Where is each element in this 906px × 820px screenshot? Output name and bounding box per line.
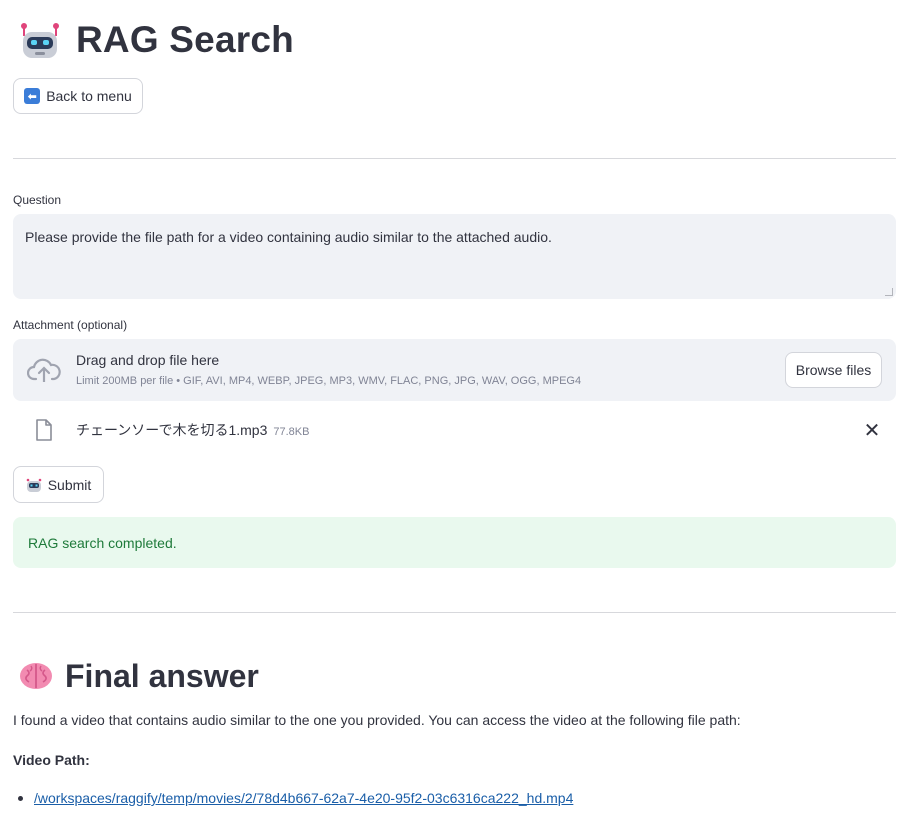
attachment-label: Attachment (optional) xyxy=(13,318,128,332)
question-label: Question xyxy=(13,193,62,207)
file-dropzone[interactable]: Drag and drop file here Limit 200MB per … xyxy=(13,339,896,401)
list-bullet xyxy=(18,796,23,801)
page-title: RAG Search xyxy=(76,19,294,60)
answer-text: I found a video that contains audio simi… xyxy=(13,712,741,728)
robot-icon xyxy=(21,23,59,58)
robot-icon xyxy=(26,478,42,492)
submit-label: Submit xyxy=(47,476,92,493)
answer-title: Final answer xyxy=(65,657,259,694)
file-name: チェーンソーで木を切る1.mp3 77.8KB xyxy=(76,420,309,440)
file-icon xyxy=(36,419,52,441)
back-button-label: Back to menu xyxy=(46,88,132,104)
divider xyxy=(13,612,896,613)
question-input[interactable]: Please provide the file path for a video… xyxy=(13,214,896,299)
page-header: RAG Search xyxy=(18,14,294,66)
submit-button[interactable]: Submit xyxy=(13,466,104,503)
question-value: Please provide the file path for a video… xyxy=(25,229,552,245)
back-to-menu-button[interactable]: ⬅ Back to menu xyxy=(13,78,143,114)
back-arrow-icon: ⬅ xyxy=(24,88,41,104)
dropzone-title: Drag and drop file here xyxy=(76,352,220,368)
file-name-text: チェーンソーで木を切る1.mp3 xyxy=(76,422,268,438)
answer-header: Final answer xyxy=(18,652,259,700)
success-alert: RAG search completed. xyxy=(13,517,896,568)
remove-file-icon[interactable]: ✕ xyxy=(862,418,882,442)
uploaded-file-row: チェーンソーで木を切る1.mp3 77.8KB ✕ xyxy=(13,410,896,450)
video-path-label: Video Path: xyxy=(13,752,90,768)
resize-handle[interactable] xyxy=(885,288,893,296)
status-message: RAG search completed. xyxy=(28,535,177,551)
browse-files-button[interactable]: Browse files xyxy=(785,352,882,388)
divider xyxy=(13,158,896,159)
dropzone-limits: Limit 200MB per file • GIF, AVI, MP4, WE… xyxy=(76,375,582,387)
video-path-link[interactable]: /workspaces/raggify/temp/movies/2/78d4b6… xyxy=(34,790,573,806)
file-size: 77.8KB xyxy=(273,426,310,438)
brain-icon xyxy=(20,663,52,689)
cloud-upload-icon xyxy=(27,358,61,382)
